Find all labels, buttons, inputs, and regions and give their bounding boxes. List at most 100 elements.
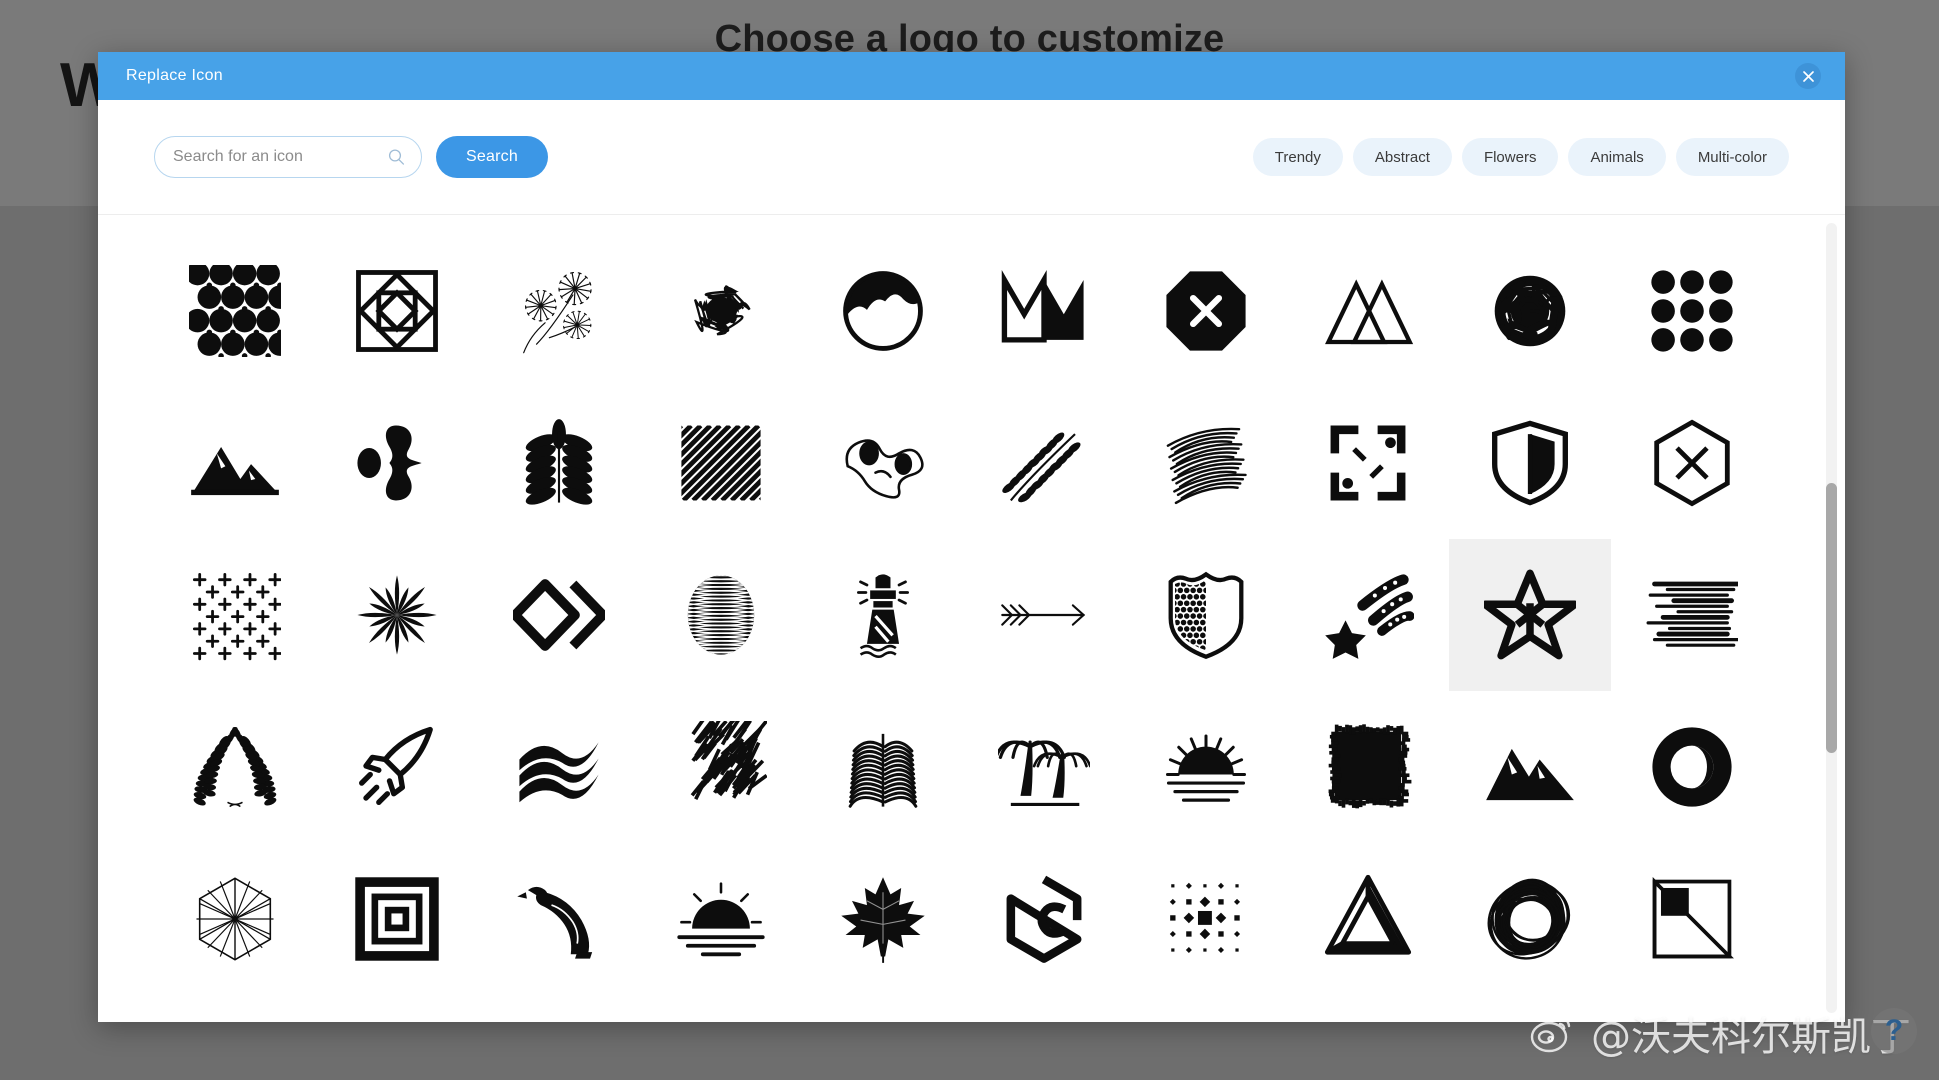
search-input[interactable] xyxy=(155,137,421,177)
icon-cell-mountain-range[interactable] xyxy=(154,387,316,539)
icon-cell-sunrise-rays[interactable] xyxy=(1125,691,1287,843)
globe-landscape-icon xyxy=(842,271,923,351)
circle-pattern-icon xyxy=(188,265,281,357)
help-button[interactable]: ? xyxy=(1871,1008,1917,1054)
icon-cell-scribble-ball[interactable] xyxy=(640,235,802,387)
wave-stripes-icon xyxy=(519,742,599,803)
icon-cell-nine-dots-grid[interactable] xyxy=(1611,235,1773,387)
pill-trendy[interactable]: Trendy xyxy=(1252,138,1343,176)
scrollbar-thumb[interactable] xyxy=(1826,483,1837,753)
icon-cell-circle-pattern[interactable] xyxy=(154,235,316,387)
icon-cell-octagon-x[interactable] xyxy=(1125,235,1287,387)
nested-squares-icon xyxy=(355,270,438,352)
split-square-icon xyxy=(1652,877,1734,959)
icon-cell-hexagon-burst[interactable] xyxy=(154,843,316,995)
hexagon-c-monogram-icon xyxy=(1006,875,1082,963)
eagle-icon xyxy=(517,886,592,959)
replace-icon-dialog: Replace Icon Search Trendy Abstract Flow… xyxy=(98,52,1845,1022)
concentric-squares-icon xyxy=(355,877,439,961)
search-button[interactable]: Search xyxy=(436,136,548,178)
icon-cell-abstract-squiggle-blob[interactable] xyxy=(802,387,964,539)
icon-cell-mountain-peaks[interactable] xyxy=(1449,691,1611,843)
icon-cell-shield-split[interactable] xyxy=(1449,387,1611,539)
lighthouse-icon xyxy=(856,574,909,658)
scribble-circle-icon xyxy=(1487,878,1571,960)
icon-cell-fern-leaf[interactable] xyxy=(478,387,640,539)
icon-cell-hexagon-x[interactable] xyxy=(1611,387,1773,539)
icon-cell-dotted-shield[interactable] xyxy=(1125,539,1287,691)
icon-cell-triple-arrow[interactable] xyxy=(963,539,1125,691)
icon-cell-speed-lines[interactable] xyxy=(1611,539,1773,691)
starburst-petals-icon xyxy=(357,575,437,655)
icon-cell-lighthouse[interactable] xyxy=(802,539,964,691)
dot-matrix-diamond-icon xyxy=(1170,882,1241,954)
icon-cell-scribbled-square[interactable] xyxy=(640,691,802,843)
icon-cell-scribble-circle[interactable] xyxy=(1449,843,1611,995)
icon-cell-diagonal-stripes-square[interactable] xyxy=(640,387,802,539)
search-box[interactable] xyxy=(154,136,422,178)
icon-cell-double-triangle-mountains[interactable] xyxy=(1287,235,1449,387)
icon-cell-olive-branch[interactable] xyxy=(963,387,1125,539)
icon-cell-sunset-water[interactable] xyxy=(640,843,802,995)
icon-cell-line-art-flowers[interactable] xyxy=(478,235,640,387)
icon-cell-molecule-blob[interactable] xyxy=(316,387,478,539)
mountain-range-icon xyxy=(191,446,279,496)
shield-split-icon xyxy=(1492,420,1569,506)
icon-cell-rocket[interactable] xyxy=(316,691,478,843)
laurel-wreath-icon xyxy=(193,726,277,808)
icon-cell-hexagon-c-monogram[interactable] xyxy=(963,843,1125,995)
icon-cell-scribble-lines[interactable] xyxy=(1125,387,1287,539)
icon-cell-maple-leaf[interactable] xyxy=(802,843,964,995)
rough-filled-square-icon xyxy=(1328,724,1412,809)
icon-cell-diamond-chevron[interactable] xyxy=(478,539,640,691)
icon-cell-palm-trees[interactable] xyxy=(963,691,1125,843)
icon-cell-bracket-corners-dots[interactable] xyxy=(1287,387,1449,539)
icon-cell-laurel-wreath[interactable] xyxy=(154,691,316,843)
icon-cell-striped-sphere[interactable] xyxy=(640,539,802,691)
category-filter-pills: Trendy Abstract Flowers Animals Multi-co… xyxy=(1252,138,1789,176)
pill-flowers[interactable]: Flowers xyxy=(1461,138,1559,176)
icon-cell-starburst-petals[interactable] xyxy=(316,539,478,691)
icon-cell-plus-dot-grid[interactable] xyxy=(154,539,316,691)
pill-animals[interactable]: Animals xyxy=(1568,138,1666,176)
palm-frond-icon xyxy=(848,733,917,808)
icon-cell-ink-blot-circle[interactable] xyxy=(1449,235,1611,387)
scribbled-square-icon xyxy=(690,721,767,801)
sunrise-rays-icon xyxy=(1166,734,1247,802)
icon-cell-globe-landscape[interactable] xyxy=(802,235,964,387)
icon-cell-shooting-star[interactable] xyxy=(1287,539,1449,691)
fern-leaf-icon xyxy=(525,419,592,505)
icon-cell-outlined-star[interactable] xyxy=(1449,539,1612,691)
ink-blot-circle-icon xyxy=(1494,275,1566,347)
icon-cell-palm-frond[interactable] xyxy=(802,691,964,843)
abstract-squiggle-blob-icon xyxy=(845,439,924,499)
icon-cell-rough-filled-square[interactable] xyxy=(1287,691,1449,843)
pill-abstract[interactable]: Abstract xyxy=(1352,138,1452,176)
olive-branch-icon xyxy=(1002,432,1081,503)
triple-arrow-icon xyxy=(1001,604,1086,626)
eclipse-circle-icon xyxy=(1652,727,1732,807)
icon-cell-concentric-squares[interactable] xyxy=(316,843,478,995)
icon-grid xyxy=(98,215,1845,995)
icon-cell-wave-stripes[interactable] xyxy=(478,691,640,843)
dialog-title: Replace Icon xyxy=(126,67,223,84)
close-button[interactable] xyxy=(1795,63,1821,89)
scribble-lines-icon xyxy=(1167,427,1248,505)
icon-cell-split-square[interactable] xyxy=(1611,843,1773,995)
scrollbar-track[interactable] xyxy=(1826,223,1837,1013)
icon-cell-eagle[interactable] xyxy=(478,843,640,995)
shooting-star-icon xyxy=(1325,574,1415,659)
icon-cell-crown[interactable] xyxy=(963,235,1125,387)
nine-dots-grid-icon xyxy=(1651,270,1733,352)
outlined-star-icon xyxy=(1484,569,1577,660)
dotted-shield-icon xyxy=(1168,571,1244,659)
icon-grid-scroll-area xyxy=(98,215,1845,1021)
icon-cell-nested-squares[interactable] xyxy=(316,235,478,387)
mountain-peaks-icon xyxy=(1486,748,1575,801)
icon-cell-penrose-triangle[interactable] xyxy=(1287,843,1449,995)
icon-cell-dot-matrix-diamond[interactable] xyxy=(1125,843,1287,995)
pill-multi-color[interactable]: Multi-color xyxy=(1675,138,1789,176)
search-area: Search xyxy=(154,136,548,178)
icon-cell-eclipse-circle[interactable] xyxy=(1611,691,1773,843)
rocket-icon xyxy=(358,726,433,805)
